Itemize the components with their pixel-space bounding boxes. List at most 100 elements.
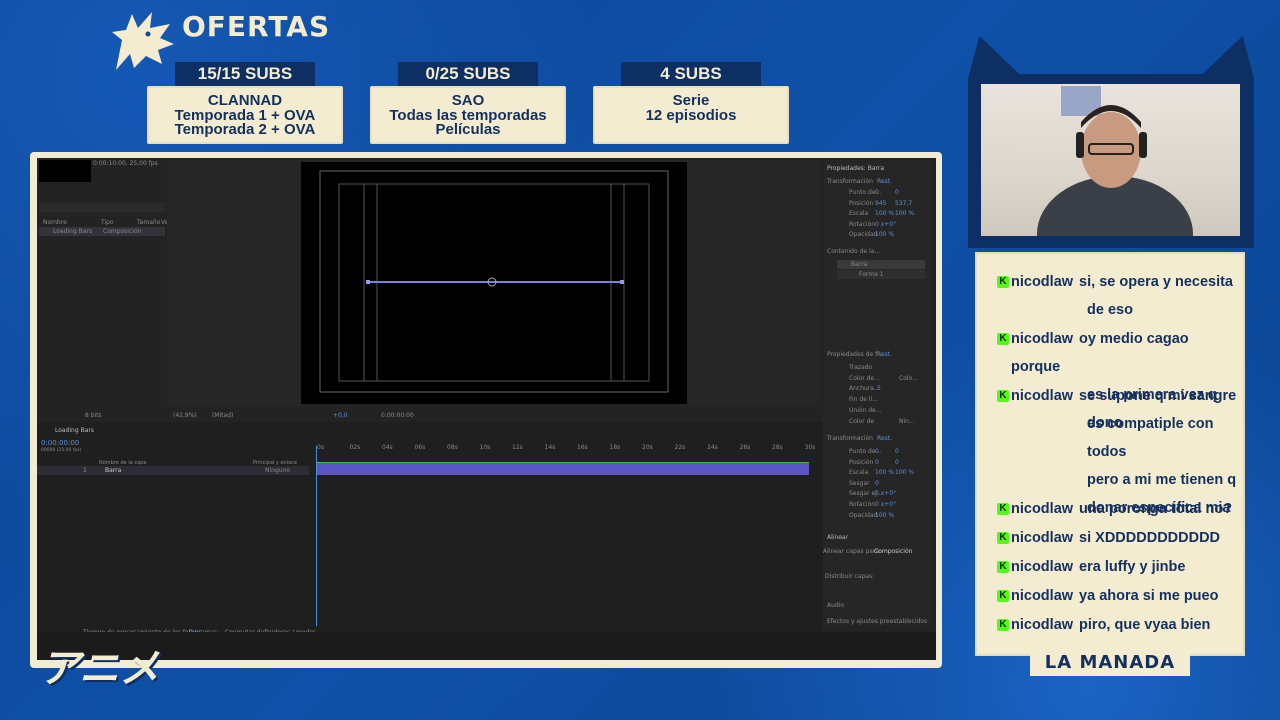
offer-status: 4 SUBS <box>621 62 761 86</box>
shape-prop-row-label: Color de... <box>849 374 880 382</box>
chat-username[interactable]: nicodlaw <box>1011 501 1073 517</box>
chat-message: Knicodlaw ya ahora si me pueo <box>997 582 1241 610</box>
offer-card-3: 4 SUBS Serie 12 episodios <box>593 62 789 144</box>
audio-panel-tab[interactable]: Audio <box>827 602 844 609</box>
ruler-tick-label: 30s <box>804 444 816 451</box>
offer-card-2: 0/25 SUBS SAO Todas las temporadas Pelíc… <box>370 62 566 144</box>
transform2-row-value-1[interactable]: 100 % <box>875 512 894 519</box>
transform-row-value-2[interactable]: 537,7 <box>895 200 912 207</box>
transform-row-value-1[interactable]: 100 % <box>875 210 894 217</box>
transform-row-value-1[interactable]: 0 x+0° <box>875 221 896 228</box>
chat-username[interactable]: nicodlaw <box>1011 530 1073 546</box>
content-item-label: Forma 1 <box>859 271 884 278</box>
chat-username[interactable]: nicodlaw <box>1011 617 1073 633</box>
transform2-row-value-2[interactable]: 100 % <box>895 469 914 476</box>
ruler-tick-label: 26s <box>739 444 751 451</box>
timecode[interactable]: 0:00:00:00 <box>41 439 79 447</box>
chat-message: Knicodlaw era luffy y jinbe <box>997 553 1241 581</box>
offer-body: SAO Todas las temporadas Películas <box>370 86 566 144</box>
offer-body: Serie 12 episodios <box>593 86 789 144</box>
shape-prop-row-label: Color de <box>849 417 875 425</box>
offer-line: Películas <box>435 121 501 138</box>
transform2-row-value-1[interactable]: 0 <box>875 480 879 487</box>
layer-bar[interactable] <box>317 463 809 475</box>
playhead[interactable] <box>316 446 317 626</box>
content-item-forma[interactable]: Forma 1 <box>837 270 925 279</box>
layer-row[interactable]: 1 Barra Ninguno <box>37 466 309 475</box>
stroke-width-value[interactable]: 5 <box>877 385 881 392</box>
chat-username[interactable]: nicodlaw <box>1011 388 1073 404</box>
transform-row-value-2[interactable]: 100 % <box>895 210 914 217</box>
viewer-timecode[interactable]: 0:00:00:00 <box>381 412 414 419</box>
project-item[interactable]: Loading Bars Composición <box>39 227 165 236</box>
chat-text: se supone q mi sangre <box>1079 388 1237 404</box>
transform2-row-label: Sesgar <box>849 479 870 487</box>
timeline-tab[interactable]: Loading Bars <box>55 427 94 434</box>
ruler-tick-label: 16s <box>577 444 588 451</box>
project-item-name: Loading Bars <box>53 228 92 235</box>
chat-message: Knicodlaw una poronga total no? <box>997 495 1241 523</box>
chat-text: si, se opera y necesita <box>1079 274 1233 290</box>
layer-number: 1 <box>83 467 87 474</box>
kick-badge-icon: K <box>997 561 1009 573</box>
ruler-tick-label: 22s <box>674 444 686 451</box>
transform-row-value-1[interactable]: 100 % <box>875 231 894 238</box>
transform-row-value-1[interactable]: 945 <box>875 200 886 207</box>
offer-line: 12 episodios <box>645 106 737 124</box>
composition-viewer[interactable] <box>301 162 687 404</box>
shape-prop-row-label: Trazado <box>849 364 873 371</box>
transform-row-label: Rotación <box>849 220 876 228</box>
ruler-tick-label: 12s <box>512 444 523 451</box>
ruler-tick-label: 0s <box>317 444 324 451</box>
props-section-shape: Propiedades de f... <box>827 351 883 358</box>
chat-text: una poronga total no? <box>1079 501 1233 517</box>
transform2-row-value-1[interactable]: 0 x+0° <box>875 490 896 497</box>
transform2-row-label: Rotación <box>849 501 876 508</box>
kick-badge-icon: K <box>997 503 1009 515</box>
transform2-row-value-2[interactable]: 0 <box>895 459 899 466</box>
bpc-label[interactable]: 8 bits <box>85 412 102 419</box>
offer-status: 0/25 SUBS <box>398 62 538 86</box>
chat-username[interactable]: nicodlaw <box>1011 559 1073 575</box>
offer-status: 15/15 SUBS <box>175 62 315 86</box>
time-ruler[interactable]: 0s 02s 04s 06s 08s 10s 12s 14s 16s 18s 20s 22s 24s 26… <box>317 442 815 456</box>
ruler-tick-label: 04s <box>382 444 393 451</box>
chat-username[interactable]: nicodlaw <box>1011 588 1073 604</box>
page-title: OFERTAS <box>182 10 331 43</box>
project-thumbnail <box>39 160 91 182</box>
layer-name: Barra <box>105 467 122 474</box>
timecode-frames: 00000 (25.00 fps) <box>41 448 82 453</box>
chat-panel: Knicodlaw si, se opera y necesita de eso Kn… <box>975 252 1245 656</box>
chat-username[interactable]: nicodlaw <box>1011 331 1073 347</box>
align-to-dropdown[interactable]: Composición <box>874 548 912 555</box>
transform-row-value-1[interactable]: 0 <box>875 189 879 196</box>
exposure-value[interactable]: +0,0 <box>333 412 348 419</box>
chat-text: es compatiple con todos <box>1087 416 1214 460</box>
chat-text: ya ahora si me pueo <box>1079 588 1219 604</box>
reset-link[interactable]: Rest. <box>877 178 892 185</box>
transform2-row-value-1[interactable]: 100 % <box>875 469 894 476</box>
transform2-row-value-2[interactable]: 0 <box>895 448 899 455</box>
chat-username[interactable]: nicodlaw <box>1011 274 1073 290</box>
content-item-barra[interactable]: Barra <box>837 260 925 269</box>
chat-text: si XDDDDDDDDDDD <box>1079 530 1221 546</box>
ruler-tick-label: 24s <box>707 444 718 451</box>
reset-link-3[interactable]: Rest. <box>877 435 892 442</box>
project-col-size: Tamaño <box>137 219 161 226</box>
effects-panel-tab[interactable]: Efectos y ajustes preestablecidos <box>827 618 927 625</box>
zoom-dropdown[interactable]: (42,9%) <box>173 412 197 419</box>
transform2-row-value-1[interactable]: 0 x+0° <box>875 501 896 508</box>
transform2-row-label: Escala <box>849 469 869 477</box>
transform-row-label: Opacidad <box>849 231 878 239</box>
transform-row-value-2[interactable]: 0 <box>895 189 899 196</box>
fill-none-dropdown[interactable]: Nin... <box>899 418 915 425</box>
color-dropdown[interactable]: Colo... <box>899 375 918 382</box>
transform2-row-value-1[interactable]: 0 <box>875 459 879 466</box>
transform2-row-value-1[interactable]: 0 <box>875 448 879 455</box>
project-search-input[interactable] <box>39 203 165 212</box>
shape-prop-row-label: Fin de lí... <box>849 396 878 404</box>
reset-link-2[interactable]: Rest. <box>877 351 892 358</box>
project-panel <box>37 238 167 408</box>
chat-message: Knicodlaw si, se opera y necesita de eso <box>997 268 1241 324</box>
resolution-dropdown[interactable]: (Mitad) <box>212 412 233 419</box>
